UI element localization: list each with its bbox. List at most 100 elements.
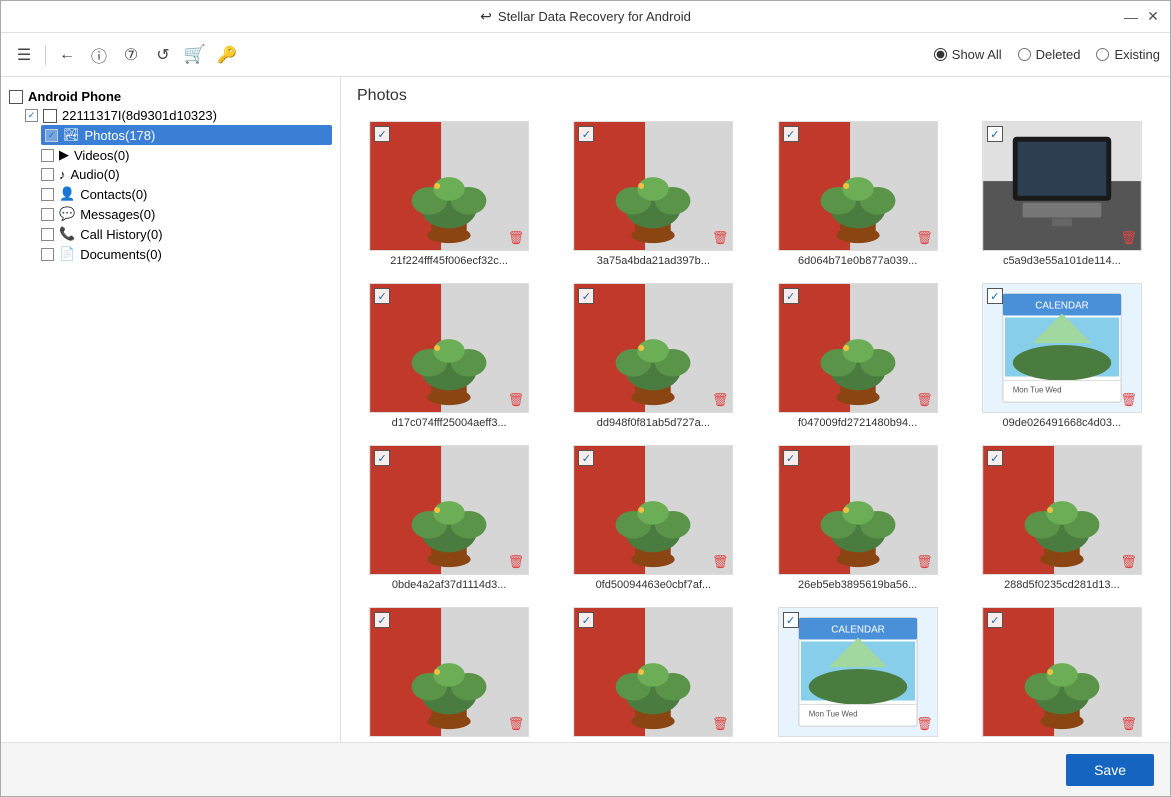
delete-icon[interactable]: 🗑 bbox=[712, 230, 729, 246]
photo-thumbnail[interactable]: ✓✓ 🗑 bbox=[982, 445, 1142, 575]
photo-checkbox[interactable]: ✓ bbox=[987, 126, 1003, 142]
sidebar-item-audio[interactable]: ♪ Audio(0) bbox=[41, 165, 332, 184]
sidebar-device[interactable]: ✓ 22111317I(8d9301d10323) bbox=[25, 106, 332, 125]
delete-icon[interactable]: 🗑 bbox=[1120, 716, 1137, 732]
photo-thumbnail[interactable]: ✓✓ 🗑 bbox=[369, 121, 529, 251]
delete-icon[interactable]: 🗑 bbox=[508, 716, 525, 732]
refresh-icon[interactable]: ↺ bbox=[150, 42, 176, 68]
photo-checkbox[interactable]: ✓ bbox=[578, 450, 594, 466]
photo-checkbox[interactable]: ✓ bbox=[987, 450, 1003, 466]
sidebar-item-contacts[interactable]: 👤 Contacts(0) bbox=[41, 184, 332, 204]
photo-checkbox[interactable]: ✓ bbox=[578, 288, 594, 304]
sidebar-item-photos[interactable]: ✓ 🏞 Photos(178) bbox=[41, 125, 332, 145]
delete-icon[interactable]: 🗑 bbox=[1120, 554, 1137, 570]
list-item: ✓✓ CALENDAR Mon Tue Wed 🗑09de026491668c4… bbox=[968, 283, 1156, 429]
photo-thumbnail[interactable]: ✓✓ 🗑 bbox=[982, 607, 1142, 737]
delete-icon[interactable]: 🗑 bbox=[1120, 392, 1137, 408]
photos-checkbox[interactable]: ✓ bbox=[45, 129, 58, 142]
device-phone-icon bbox=[43, 109, 57, 123]
app-title: Stellar Data Recovery for Android bbox=[498, 9, 691, 24]
key-icon[interactable]: 🔑 bbox=[214, 42, 240, 68]
photo-thumbnail[interactable]: ✓✓ 🗑 bbox=[369, 607, 529, 737]
list-item: ✓✓ CALENDAR Mon Tue Wed 🗑3101eaf065f9d56… bbox=[764, 607, 952, 742]
photo-checkbox[interactable]: ✓ bbox=[987, 288, 1003, 304]
delete-icon[interactable]: 🗑 bbox=[508, 230, 525, 246]
filter-bar: Show All Deleted Existing bbox=[934, 47, 1160, 62]
minimize-button[interactable]: — bbox=[1124, 10, 1138, 24]
photos-grid-container[interactable]: ✓✓ 🗑21f224fff45f006ecf32c...✓✓ bbox=[341, 111, 1170, 742]
delete-icon[interactable]: 🗑 bbox=[916, 716, 933, 732]
contacts-checkbox[interactable] bbox=[41, 188, 54, 201]
callhistory-checkbox[interactable] bbox=[41, 228, 54, 241]
photo-checkbox[interactable]: ✓ bbox=[374, 450, 390, 466]
videos-checkbox[interactable] bbox=[41, 149, 54, 162]
photo-thumbnail[interactable]: ✓✓ 🗑 bbox=[573, 445, 733, 575]
delete-icon[interactable]: 🗑 bbox=[508, 554, 525, 570]
photo-thumbnail[interactable]: ✓✓ 🗑 bbox=[369, 445, 529, 575]
photo-thumbnail[interactable]: ✓✓ 🗑 bbox=[778, 121, 938, 251]
photo-thumbnail[interactable]: ✓✓ CALENDAR Mon Tue Wed 🗑 bbox=[982, 283, 1142, 413]
photo-thumbnail[interactable]: ✓✓ 🗑 bbox=[982, 121, 1142, 251]
messages-icon: 💬 bbox=[59, 206, 75, 222]
photo-name: 0fd50094463e0cbf7af... bbox=[596, 579, 712, 591]
photo-checkbox[interactable]: ✓ bbox=[783, 450, 799, 466]
device-checkbox[interactable]: ✓ bbox=[25, 109, 38, 122]
photo-thumbnail[interactable]: ✓✓ 🗑 bbox=[369, 283, 529, 413]
list-item: ✓✓ 🗑f047009fd2721480b94... bbox=[764, 283, 952, 429]
photo-checkbox[interactable]: ✓ bbox=[578, 612, 594, 628]
footer: Save bbox=[1, 742, 1170, 796]
info-icon[interactable]: ⓘ bbox=[86, 42, 112, 68]
filter-show-all[interactable]: Show All bbox=[934, 47, 1002, 62]
list-item: ✓✓ 🗑dd948f0f81ab5d727a... bbox=[559, 283, 747, 429]
delete-icon[interactable]: 🗑 bbox=[508, 392, 525, 408]
messages-label: Messages(0) bbox=[80, 207, 155, 222]
back-icon[interactable]: ← bbox=[54, 42, 80, 68]
delete-icon[interactable]: 🗑 bbox=[712, 554, 729, 570]
delete-icon[interactable]: 🗑 bbox=[916, 554, 933, 570]
list-item: ✓✓ 🗑 0fd50094463e0cbf7af... bbox=[559, 445, 747, 591]
photo-thumbnail[interactable]: ✓✓ 🗑 bbox=[573, 283, 733, 413]
callhistory-icon: 📞 bbox=[59, 226, 75, 242]
cart-icon[interactable]: 🛒 bbox=[182, 42, 208, 68]
photo-checkbox[interactable]: ✓ bbox=[783, 126, 799, 142]
sidebar-item-callhistory[interactable]: 📞 Call History(0) bbox=[41, 224, 332, 244]
photo-thumbnail[interactable]: ✓✓ 🗑 bbox=[573, 121, 733, 251]
sidebar-root-android-phone[interactable]: Android Phone bbox=[9, 87, 332, 106]
photo-checkbox[interactable]: ✓ bbox=[374, 612, 390, 628]
photo-checkbox[interactable]: ✓ bbox=[374, 126, 390, 142]
list-item: ✓✓ 🗑288d5f0235cd281d13... bbox=[968, 445, 1156, 591]
help-icon[interactable]: ⑦ bbox=[118, 42, 144, 68]
photo-checkbox[interactable]: ✓ bbox=[374, 288, 390, 304]
documents-label: Documents(0) bbox=[80, 247, 162, 262]
contacts-icon: 👤 bbox=[59, 186, 75, 202]
photo-name: 26eb5eb3895619ba56... bbox=[798, 579, 917, 591]
delete-icon[interactable]: 🗑 bbox=[916, 392, 933, 408]
delete-icon[interactable]: 🗑 bbox=[712, 392, 729, 408]
svg-text:Mon Tue Wed: Mon Tue Wed bbox=[1013, 385, 1062, 394]
photo-thumbnail[interactable]: ✓✓ 🗑 bbox=[778, 445, 938, 575]
menu-icon[interactable]: ☰ bbox=[11, 42, 37, 68]
sidebar-item-documents[interactable]: 📄 Documents(0) bbox=[41, 244, 332, 264]
delete-icon[interactable]: 🗑 bbox=[712, 716, 729, 732]
photo-thumbnail[interactable]: ✓✓ 🗑 bbox=[778, 283, 938, 413]
delete-icon[interactable]: 🗑 bbox=[1120, 230, 1137, 246]
audio-icon: ♪ bbox=[59, 167, 66, 182]
videos-icon: ▶ bbox=[59, 147, 69, 163]
delete-icon[interactable]: 🗑 bbox=[916, 230, 933, 246]
photo-checkbox[interactable]: ✓ bbox=[783, 612, 799, 628]
messages-checkbox[interactable] bbox=[41, 208, 54, 221]
list-item: ✓✓ 🗑3304edde4727d78185... bbox=[355, 607, 543, 742]
photo-checkbox[interactable]: ✓ bbox=[783, 288, 799, 304]
save-button[interactable]: Save bbox=[1066, 754, 1154, 786]
audio-checkbox[interactable] bbox=[41, 168, 54, 181]
sidebar-item-videos[interactable]: ▶ Videos(0) bbox=[41, 145, 332, 165]
photo-thumbnail[interactable]: ✓✓ CALENDAR Mon Tue Wed 🗑 bbox=[778, 607, 938, 737]
close-button[interactable]: ✕ bbox=[1146, 10, 1160, 24]
documents-checkbox[interactable] bbox=[41, 248, 54, 261]
filter-existing[interactable]: Existing bbox=[1096, 47, 1160, 62]
photo-thumbnail[interactable]: ✓✓ 🗑 bbox=[573, 607, 733, 737]
photo-checkbox[interactable]: ✓ bbox=[987, 612, 1003, 628]
filter-deleted[interactable]: Deleted bbox=[1018, 47, 1081, 62]
photo-checkbox[interactable]: ✓ bbox=[578, 126, 594, 142]
sidebar-item-messages[interactable]: 💬 Messages(0) bbox=[41, 204, 332, 224]
